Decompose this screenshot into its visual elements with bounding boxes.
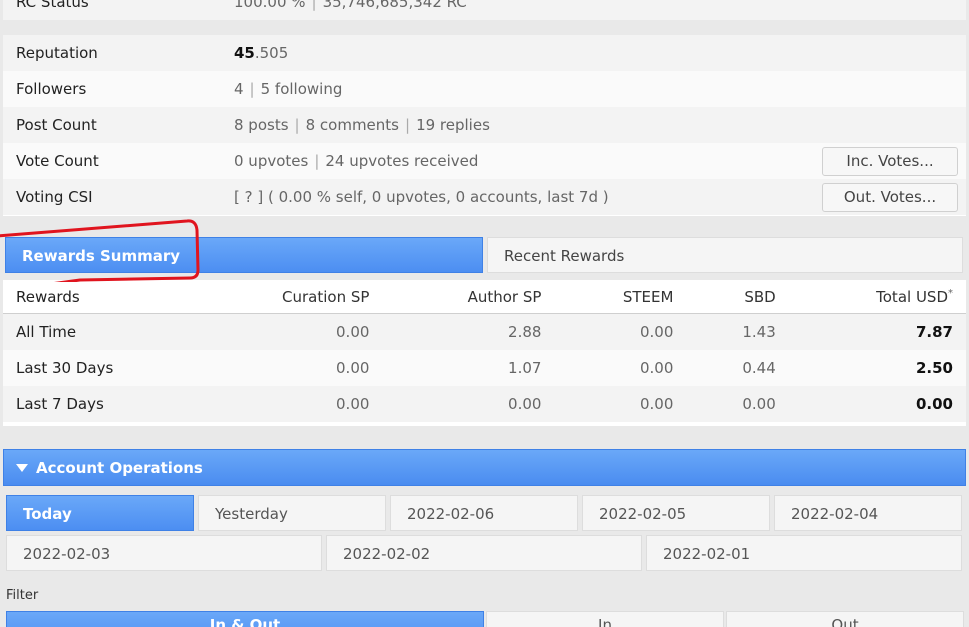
upvotes-received: 24 upvotes received [325,152,479,170]
total-value: 7.87 [788,314,966,350]
rc-status-label: RC Status [3,0,221,20]
date-2022-02-04-button[interactable]: 2022-02-04 [774,495,962,531]
upvotes-count: 0 upvotes [234,152,309,170]
curation-value: 0.00 [187,314,383,350]
voting-csi-row: Voting CSI [ ? ] ( 0.00 % self, 0 upvote… [3,179,966,215]
out-votes-cell: Out. Votes... [806,179,966,215]
date-2022-02-06-button[interactable]: 2022-02-06 [390,495,578,531]
post-count-row: Post Count 8 posts | 8 comments | 19 replies [3,107,966,143]
table-row: Last 7 Days 0.00 0.00 0.00 0.00 0.00 [3,386,966,422]
rewards-tabs: Rewards Summary Recent Rewards [5,237,963,273]
table-row: All Time 0.00 2.88 0.00 1.43 7.87 [3,314,966,350]
steem-value: 0.00 [554,314,687,350]
followers-row: Followers 4 | 5 following [3,71,966,107]
account-operations-header[interactable]: Account Operations [3,449,966,486]
rc-status-value: 100.00 % | 35,746,685,342 RC [221,0,966,20]
separator: | [311,0,317,11]
col-rewards: Rewards [3,280,187,314]
date-2022-02-01-button[interactable]: 2022-02-01 [646,535,962,571]
col-curation-sp: Curation SP [187,280,383,314]
post-count-label: Post Count [3,107,221,143]
sbd-value: 0.44 [686,350,789,386]
inc-votes-button[interactable]: Inc. Votes... [822,146,958,176]
reputation-label: Reputation [3,35,221,71]
filter-label: Filter [6,588,39,603]
reputation-integer: 45 [234,44,255,62]
total-value: 2.50 [788,350,966,386]
rc-percent: 100.00 % [234,0,306,11]
comments-count: 8 comments [305,116,399,134]
curation-value: 0.00 [187,350,383,386]
author-value: 0.00 [382,386,555,422]
filter-in-button[interactable]: In [486,611,724,627]
date-2022-02-02-button[interactable]: 2022-02-02 [326,535,642,571]
followers-count: 4 [234,80,244,98]
vote-count-label: Vote Count [3,143,221,179]
footnote-marker: * [948,287,953,299]
rc-amount: 35,746,685,342 RC [322,0,467,11]
inc-votes-cell: Inc. Votes... [806,143,966,179]
col-steem: STEEM [554,280,687,314]
voting-csi-value: [ ? ] ( 0.00 % self, 0 upvotes, 0 accoun… [221,179,806,215]
separator: | [314,152,320,170]
date-2022-02-05-button[interactable]: 2022-02-05 [582,495,770,531]
vote-count-value: 0 upvotes | 24 upvotes received [221,143,806,179]
account-operations-title: Account Operations [36,459,203,477]
account-info-panel: Reputation 45.505 Followers 4 | 5 followin… [3,35,966,216]
separator: | [249,80,255,98]
total-usd-label: Total USD [876,287,948,306]
row-label: Last 30 Days [3,350,187,386]
sbd-value: 0.00 [686,386,789,422]
out-votes-button[interactable]: Out. Votes... [822,182,958,212]
rewards-table: Rewards Curation SP Author SP STEEM SBD … [3,280,966,422]
rc-status-table: RC Status 100.00 % | 35,746,685,342 RC [3,0,966,20]
col-sbd: SBD [686,280,789,314]
tab-rewards-summary[interactable]: Rewards Summary [5,237,483,273]
rewards-header-row: Rewards Curation SP Author SP STEEM SBD … [3,280,966,314]
posts-count: 8 posts [234,116,289,134]
separator: | [405,116,411,134]
filter-in-out-button[interactable]: In & Out [6,611,484,627]
tab-recent-rewards[interactable]: Recent Rewards [487,237,963,273]
replies-count: 19 replies [416,116,490,134]
date-yesterday-button[interactable]: Yesterday [198,495,386,531]
post-count-value: 8 posts | 8 comments | 19 replies [221,107,966,143]
curation-value: 0.00 [187,386,383,422]
reputation-row: Reputation 45.505 [3,35,966,71]
sbd-value: 1.43 [686,314,789,350]
reputation-value: 45.505 [221,35,966,71]
author-value: 1.07 [382,350,555,386]
col-author-sp: Author SP [382,280,555,314]
followers-label: Followers [3,71,221,107]
author-value: 2.88 [382,314,555,350]
followers-value: 4 | 5 following [221,71,966,107]
date-today-button[interactable]: Today [6,495,194,531]
rewards-panel: Rewards Curation SP Author SP STEEM SBD … [3,280,966,426]
date-2022-02-03-button[interactable]: 2022-02-03 [6,535,322,571]
table-row: Last 30 Days 0.00 1.07 0.00 0.44 2.50 [3,350,966,386]
steem-value: 0.00 [554,386,687,422]
row-label: Last 7 Days [3,386,187,422]
following-count: 5 following [260,80,343,98]
total-value: 0.00 [788,386,966,422]
account-info-table: Reputation 45.505 Followers 4 | 5 followin… [3,35,966,215]
filter-out-button[interactable]: Out [726,611,964,627]
vote-count-row: Vote Count 0 upvotes | 24 upvotes received… [3,143,966,179]
separator: | [294,116,300,134]
steem-value: 0.00 [554,350,687,386]
row-label: All Time [3,314,187,350]
reputation-decimal: .505 [254,44,289,62]
voting-csi-label: Voting CSI [3,179,221,215]
rc-status-panel: RC Status 100.00 % | 35,746,685,342 RC [3,0,966,20]
col-total-usd: Total USD* [788,280,966,314]
triangle-down-icon [16,463,28,472]
